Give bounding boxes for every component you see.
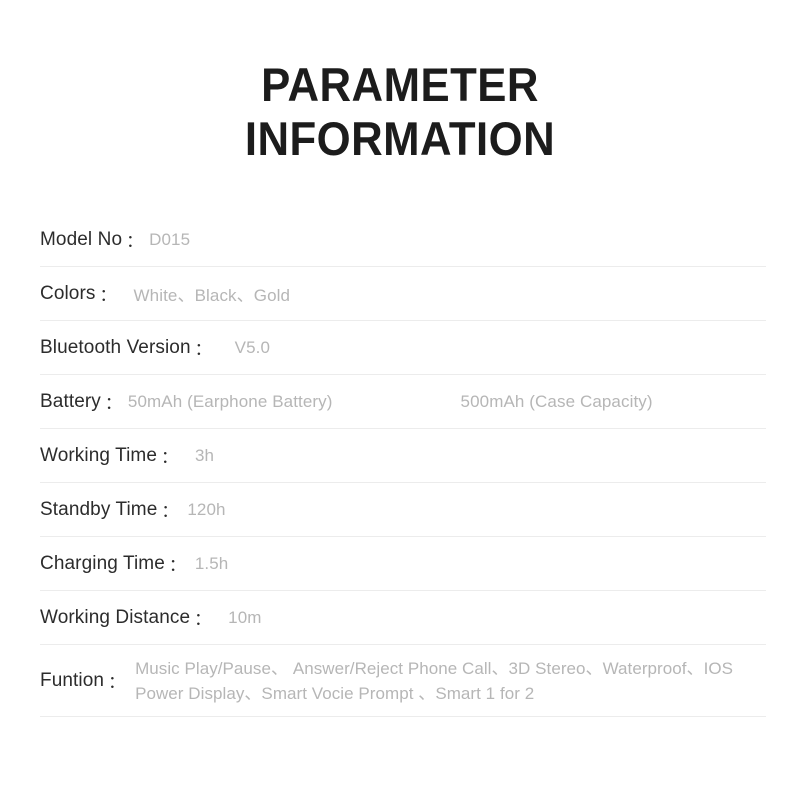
spec-value-funtion-line-1: Music Play/Pause、 Answer/Reject Phone Ca…: [135, 658, 734, 678]
page-title: PARAMETER INFORMATION: [0, 58, 800, 166]
spec-colon: ：: [194, 340, 212, 359]
table-row-model-no: Model No ： D015: [40, 213, 766, 267]
spec-colon: ：: [126, 232, 144, 251]
spec-colon: ：: [99, 286, 117, 305]
table-row-funtion: Funtion ： Music Play/Pause、 Answer/Rejec…: [40, 645, 766, 717]
spec-colon: ：: [108, 673, 126, 692]
spec-label-battery: Battery: [40, 390, 101, 412]
table-row-colors: Colors ： White、Black、Gold: [40, 267, 766, 321]
table-row-battery: Battery ： 50mAh (Earphone Battery) 500mA…: [40, 375, 766, 429]
table-row-working-distance: Working Distance ： 10m: [40, 591, 766, 645]
spec-colon: ：: [194, 610, 212, 629]
spec-colon: ：: [168, 556, 186, 575]
spec-value-bluetooth-version: V5.0: [234, 337, 271, 357]
spec-label-charging-time: Charging Time: [40, 552, 165, 574]
table-row-bluetooth-version: Bluetooth Version ： V5.0: [40, 321, 766, 375]
spec-value-working-time: 3h: [195, 445, 215, 465]
spec-value-battery-earphone: 50mAh (Earphone Battery): [127, 391, 333, 411]
spec-label-model-no: Model No: [40, 228, 123, 250]
spec-colon: ：: [104, 394, 122, 413]
spec-value-funtion: Music Play/Pause、 Answer/Reject Phone Ca…: [126, 656, 766, 706]
spec-value-battery-case: 500mAh (Case Capacity): [460, 391, 653, 411]
spec-value-standby-time: 120h: [187, 499, 226, 519]
spec-value-charging-time: 1.5h: [194, 553, 229, 573]
parameter-information-page: PARAMETER INFORMATION Model No ： D015 Co…: [0, 0, 800, 800]
spec-value-battery-group: 50mAh (Earphone Battery) 500mAh (Case Ca…: [123, 392, 766, 412]
spec-value-working-distance: 10m: [228, 607, 262, 627]
spec-label-working-time: Working Time: [40, 444, 157, 466]
spec-colon: ：: [161, 502, 179, 521]
spec-label-funtion: Funtion: [40, 669, 105, 691]
page-title-line-2: INFORMATION: [244, 112, 556, 165]
spec-value-model-no: D015: [149, 229, 191, 249]
spec-label-standby-time: Standby Time: [40, 498, 158, 520]
spec-label-working-distance: Working Distance: [40, 606, 191, 628]
page-title-line-1: PARAMETER: [261, 58, 539, 111]
table-row-working-time: Working Time ： 3h: [40, 429, 766, 483]
spec-value-colors: White、Black、Gold: [133, 286, 291, 305]
table-row-charging-time: Charging Time ： 1.5h: [40, 537, 766, 591]
spec-label-colors: Colors: [40, 282, 96, 304]
spec-value-funtion-line-2: Power Display、Smart Vocie Prompt 、Smart …: [135, 683, 535, 703]
spec-label-bluetooth-version: Bluetooth Version: [40, 336, 191, 358]
spec-colon: ：: [161, 448, 178, 467]
table-row-standby-time: Standby Time ： 120h: [40, 483, 766, 537]
specification-table: Model No ： D015 Colors ： White、Black、Gol…: [40, 213, 766, 717]
